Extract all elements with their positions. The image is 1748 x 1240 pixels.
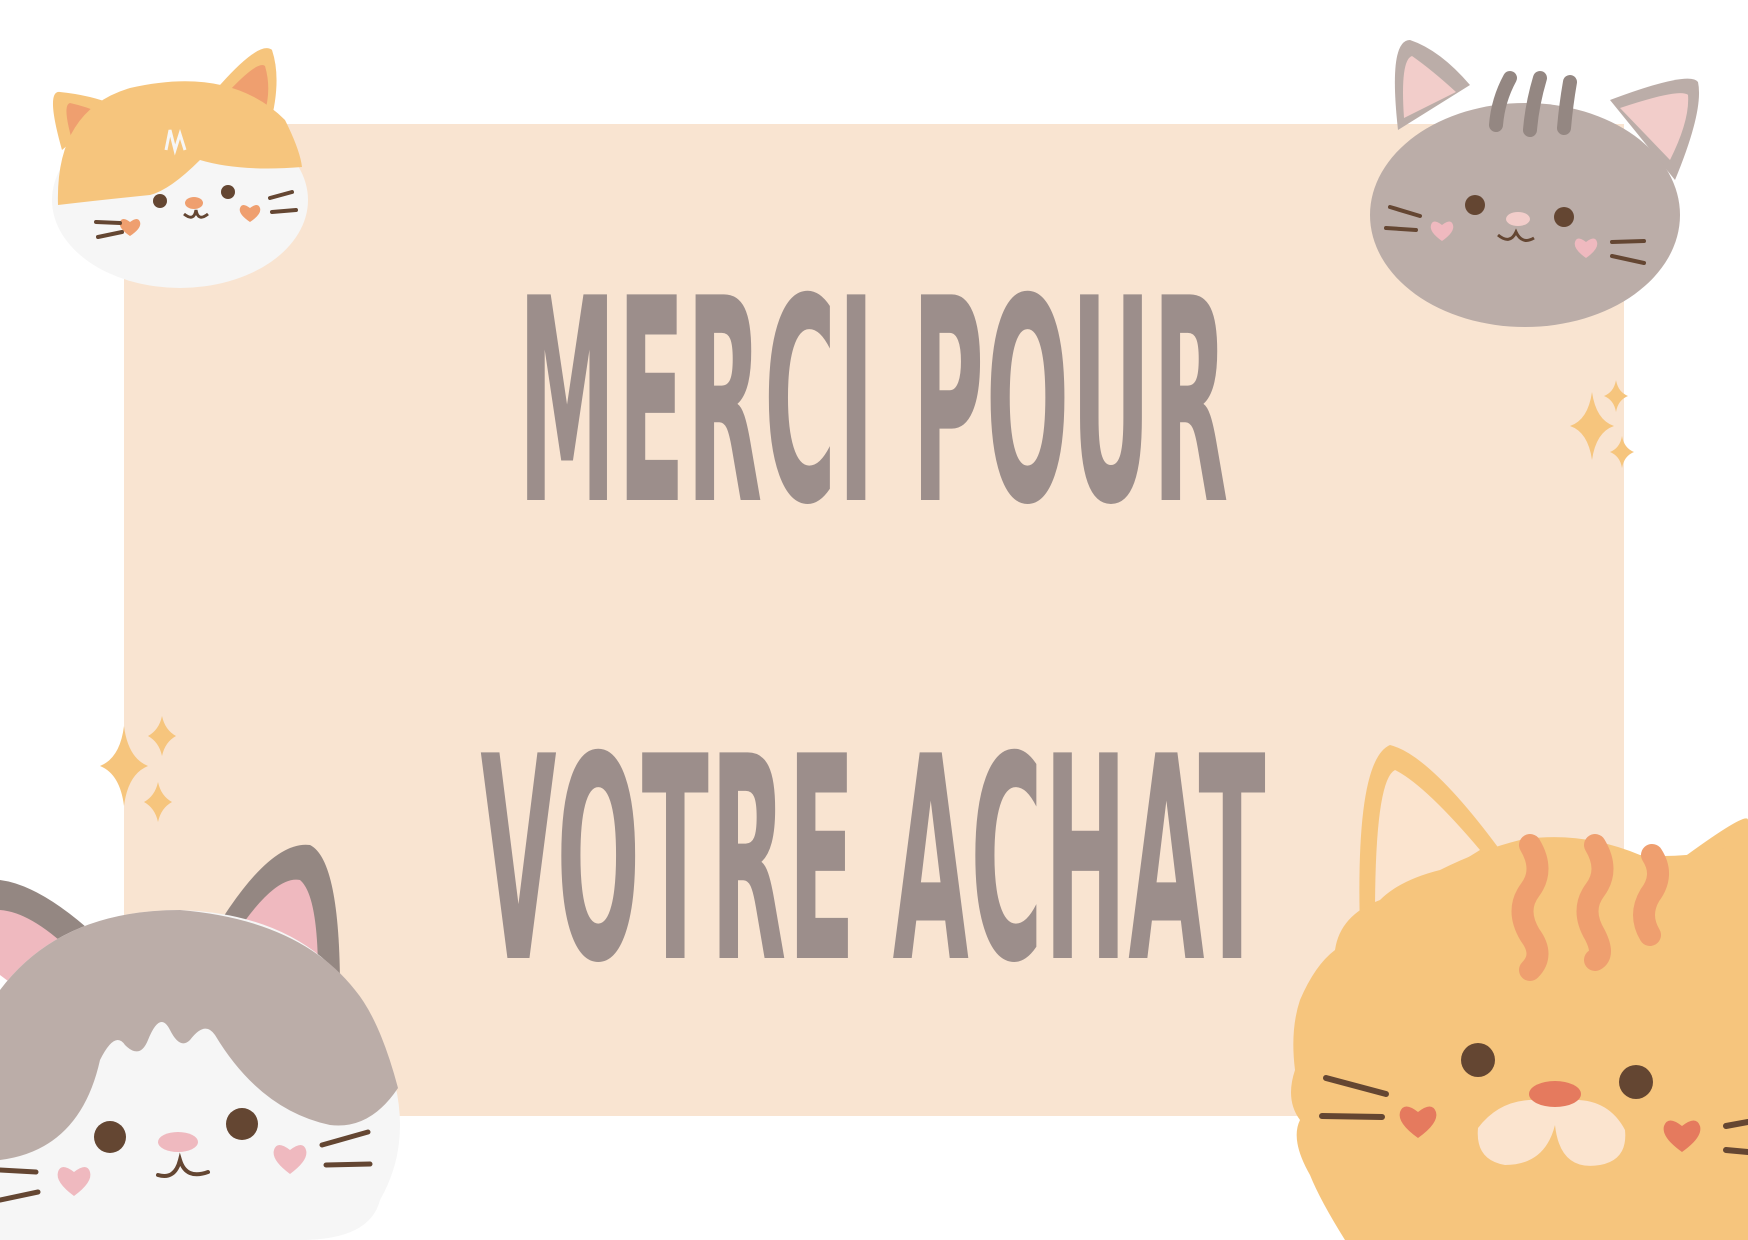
- thank-you-card-page: MERCI POUR VOTRE ACHAT: [0, 0, 1748, 1240]
- cat-head-gray-tabby-icon: [1370, 40, 1700, 327]
- cat-head-orange-white-icon: [52, 48, 308, 288]
- decoration-layer: [0, 40, 1748, 1240]
- cat-face-gray-white-icon: [0, 844, 400, 1240]
- cat-face-orange-tabby-icon: [1291, 745, 1748, 1240]
